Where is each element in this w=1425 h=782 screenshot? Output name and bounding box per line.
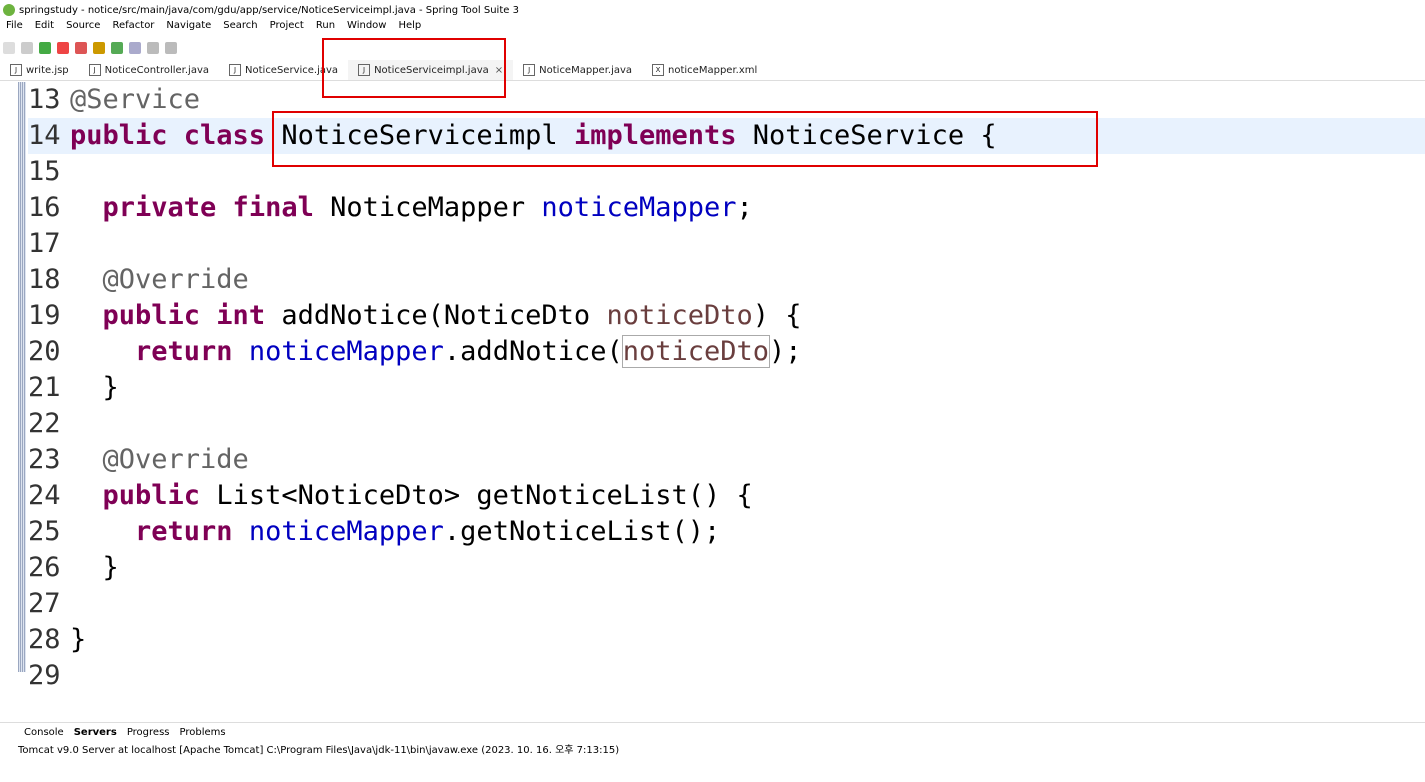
code-line: 13 @Service [28, 84, 201, 115]
run-icon[interactable] [39, 42, 51, 54]
java-file-icon: J [523, 64, 536, 76]
tab-console[interactable]: Console [24, 727, 64, 738]
code-line: 27 [28, 588, 61, 619]
back-icon[interactable] [147, 42, 159, 54]
code-line: 23 @Override [28, 444, 249, 475]
menu-file[interactable]: File [6, 20, 23, 36]
title-bar: springstudy - notice/src/main/java/com/g… [0, 0, 1425, 20]
code-line: 21 } [28, 372, 119, 403]
code-line: 25 return noticeMapper.getNoticeList(); [28, 516, 721, 547]
menu-window[interactable]: Window [347, 20, 386, 36]
code-line: 29 [28, 660, 61, 691]
editor-gutter [18, 82, 26, 672]
bottom-panel: Console Servers Progress Problems Tomcat… [0, 722, 1425, 782]
menu-edit[interactable]: Edit [35, 20, 54, 36]
server-icon[interactable] [93, 42, 105, 54]
window-title: springstudy - notice/src/main/java/com/g… [19, 4, 519, 16]
code-line: 19 public int addNotice(NoticeDto notice… [28, 300, 802, 331]
jsp-file-icon: J [10, 64, 22, 76]
tab-notice-controller[interactable]: J NoticeController.java [79, 60, 219, 80]
save-icon[interactable] [21, 42, 33, 54]
menu-navigate[interactable]: Navigate [166, 20, 211, 36]
spring-icon[interactable] [111, 42, 123, 54]
java-file-icon: J [229, 64, 242, 76]
stop-icon[interactable] [57, 42, 69, 54]
menu-source[interactable]: Source [66, 20, 100, 36]
code-line: 26 } [28, 552, 119, 583]
tab-notice-mapper-xml[interactable]: XnoticeMapper.xml [642, 60, 767, 80]
code-line: 16 private final NoticeMapper noticeMapp… [28, 192, 753, 223]
forward-icon[interactable] [165, 42, 177, 54]
spring-logo-icon [3, 4, 15, 16]
menu-help[interactable]: Help [398, 20, 421, 36]
code-line: 15 [28, 156, 61, 187]
menu-search[interactable]: Search [223, 20, 257, 36]
tab-progress[interactable]: Progress [127, 727, 170, 738]
code-editor[interactable]: 13 @Service 14 public class NoticeServicei… [0, 82, 1425, 702]
tab-problems[interactable]: Problems [180, 727, 226, 738]
main-toolbar [0, 38, 1425, 58]
editor-tabs: Jwrite.jsp J NoticeController.java J Notic… [0, 60, 1425, 81]
menu-bar: File Edit Source Refactor Navigate Searc… [0, 20, 1425, 36]
menu-refactor[interactable]: Refactor [112, 20, 154, 36]
tab-notice-mapper[interactable]: J NoticeMapper.java [513, 60, 642, 80]
menu-project[interactable]: Project [270, 20, 304, 36]
java-file-icon: J [88, 64, 101, 76]
tab-servers[interactable]: Servers [74, 727, 117, 738]
code-line: 24 public List<NoticeDto> getNoticeList(… [28, 480, 753, 511]
debug-icon[interactable] [75, 42, 87, 54]
code-line: 17 [28, 228, 61, 259]
menu-run[interactable]: Run [316, 20, 335, 36]
bottom-tabs: Console Servers Progress Problems [0, 723, 1425, 741]
new-icon[interactable] [3, 42, 15, 54]
search-icon[interactable] [129, 42, 141, 54]
highlight-box-class-declaration [272, 111, 1098, 167]
code-line: 28} [28, 624, 87, 655]
xml-file-icon: X [652, 64, 665, 76]
code-line: 22 [28, 408, 61, 439]
tab-write-jsp[interactable]: Jwrite.jsp [0, 60, 79, 80]
code-line: 18 @Override [28, 264, 249, 295]
console-status: Tomcat v9.0 Server at localhost [Apache … [18, 745, 620, 756]
code-line: 20 return noticeMapper.addNotice(noticeD… [28, 335, 802, 368]
